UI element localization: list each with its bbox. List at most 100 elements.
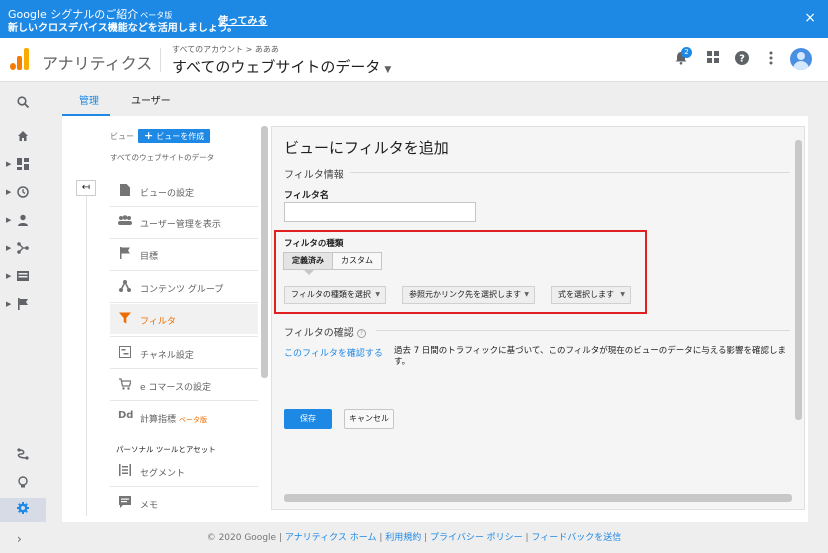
cart-icon [118, 378, 132, 393]
view-selector[interactable]: すべてのウェブサイトのデータ ▼ [172, 56, 391, 77]
save-button[interactable]: 保存 [284, 409, 332, 429]
menu-item-view-settings[interactable]: ビューの設定 [110, 176, 258, 206]
verify-filter-description: 過去 7 日間のトラフィックに基づいて、このフィルタが現在のビューのデータに与え… [394, 346, 787, 367]
filter-type-dropdown[interactable]: フィルタの種類を選択 ▼ [284, 286, 386, 304]
close-icon[interactable]: × [804, 10, 816, 26]
document-icon [118, 184, 132, 199]
chevron-right-icon: ▶ [6, 244, 12, 252]
behavior-nav[interactable]: ▶ [0, 266, 46, 290]
menu-item-filters[interactable]: フィルタ [110, 304, 258, 334]
footer-link-analytics-home[interactable]: アナリティクス ホーム [285, 533, 377, 543]
more-vert-icon[interactable] [762, 51, 780, 69]
person-icon [17, 214, 29, 229]
behavior-icon [17, 270, 29, 285]
custom-filter-toggle[interactable]: カスタム [332, 252, 382, 270]
attribution-icon[interactable] [0, 444, 46, 468]
notification-count-badge: 2 [681, 47, 692, 58]
tab-user[interactable]: ユーザー [131, 92, 171, 107]
menu-item-annotations[interactable]: メモ [110, 488, 258, 518]
clock-icon [17, 186, 29, 201]
tab-admin[interactable]: 管理 [79, 92, 99, 107]
footer: © 2020 Google | アナリティクス ホーム | 利用規約 | プライ… [206, 533, 622, 543]
avatar[interactable] [790, 48, 812, 70]
filter-icon [118, 312, 132, 327]
promo-banner: Google シグナルのご紹介 ベータ版 新しいクロスデバイス機能などを活用しまし… [0, 0, 828, 38]
footer-link-terms[interactable]: 利用規約 [385, 533, 421, 543]
view-column-label: ビュー [110, 132, 134, 141]
menu-item-user-management[interactable]: ユーザー管理を表示 [110, 207, 258, 237]
chevron-right-icon: ▶ [6, 216, 12, 224]
menu-item-segments[interactable]: セグメント [110, 456, 258, 486]
filter-info-section-heading: フィルタ情報 [284, 170, 344, 181]
page-title: ビューにフィルタを追加 [284, 139, 449, 157]
footer-link-privacy[interactable]: プライバシー ポリシー [430, 533, 523, 543]
realtime-nav[interactable]: ▶ [0, 182, 46, 206]
cancel-button[interactable]: キャンセル [344, 409, 394, 429]
analytics-logo-icon[interactable] [10, 48, 30, 70]
expression-dropdown[interactable]: 式を選択します ▼ [551, 286, 631, 304]
promo-subtitle: 新しいクロスデバイス機能などを活用しましょう。 [8, 23, 238, 34]
personal-tools-section-label: パーソナル ツールとアセット [116, 445, 216, 454]
add-filter-panel [271, 126, 805, 510]
menu-item-ecommerce-settings[interactable]: e コマースの設定 [110, 370, 258, 400]
channel-icon [118, 346, 132, 361]
home-icon[interactable] [0, 126, 46, 150]
section-divider [376, 330, 790, 331]
app-header: アナリティクス すべてのアカウント > あああ すべてのウェブサイトのデータ ▼ … [0, 38, 828, 82]
filter-name-label: フィルタ名 [284, 191, 329, 201]
verify-filter-link[interactable]: このフィルタを確認する [284, 346, 383, 359]
segment-icon [118, 464, 132, 479]
conversions-nav[interactable]: ▶ [0, 294, 46, 318]
people-icon [118, 215, 132, 228]
breadcrumb[interactable]: すべてのアカウント > あああ [172, 44, 279, 55]
menu-item-goals[interactable]: 目標 [110, 239, 258, 269]
source-destination-dropdown[interactable]: 参照元かリンク先を選択します ▼ [402, 286, 535, 304]
admin-gear-icon[interactable] [0, 498, 46, 522]
filter-name-input[interactable] [284, 202, 476, 222]
panel-scrollbar[interactable] [795, 140, 802, 420]
left-nav-rail: ▶ ▶ ▶ ▶ ▶ ▶ › [0, 82, 46, 553]
menu-item-channel-settings[interactable]: チャネル設定 [110, 338, 258, 368]
help-icon[interactable]: ? [733, 51, 751, 69]
menu-item-content-grouping[interactable]: コンテンツ グループ [110, 272, 258, 302]
chevron-right-icon: ▶ [6, 160, 12, 168]
search-icon[interactable] [0, 92, 46, 116]
selected-toggle-indicator [304, 270, 314, 275]
header-divider [160, 48, 161, 72]
flag-icon [17, 298, 29, 313]
dashboard-icon [17, 158, 29, 173]
view-column-scrollbar[interactable] [261, 126, 268, 378]
section-divider [350, 172, 790, 173]
chevron-right-icon: ▶ [6, 300, 12, 308]
help-icon[interactable]: ? [356, 329, 366, 338]
column-divider [86, 196, 87, 516]
content-group-icon [118, 280, 132, 295]
apps-grid-icon[interactable] [704, 51, 722, 69]
customization-nav[interactable]: ▶ [0, 154, 46, 178]
menu-item-calculated-metrics[interactable]: Dd 計算指標 ベータ版 [110, 402, 258, 432]
acquisition-icon [17, 242, 29, 257]
view-name: すべてのウェブサイトのデータ [110, 153, 215, 162]
promo-try-link[interactable]: 使ってみる [218, 12, 268, 27]
admin-tabs: 管理 ユーザー [46, 82, 828, 116]
discover-lightbulb-icon[interactable] [0, 472, 46, 496]
note-icon [118, 496, 132, 511]
horizontal-scrollbar[interactable] [284, 494, 792, 502]
back-arrow-icon[interactable]: ↤ [76, 180, 96, 196]
chevron-right-icon: ▶ [6, 272, 12, 280]
flag-icon [118, 247, 132, 262]
chevron-right-icon: ▶ [6, 188, 12, 196]
dropdown-arrow-icon: ▼ [524, 291, 529, 298]
dropdown-arrow-icon: ▼ [620, 291, 625, 298]
chevron-down-icon: ▼ [384, 65, 392, 75]
create-view-button[interactable]: + ビューを作成 [138, 129, 211, 143]
calculated-metrics-icon: Dd [118, 410, 134, 421]
footer-link-feedback[interactable]: フィードバックを送信 [531, 533, 621, 543]
dropdown-arrow-icon: ▼ [375, 291, 380, 298]
predefined-filter-toggle[interactable]: 定義済み [283, 252, 333, 270]
audience-nav[interactable]: ▶ [0, 210, 46, 234]
filter-type-label: フィルタの種類 [284, 239, 344, 249]
app-title: アナリティクス [42, 54, 153, 73]
svg-text:?: ? [739, 54, 745, 65]
acquisition-nav[interactable]: ▶ [0, 238, 46, 262]
